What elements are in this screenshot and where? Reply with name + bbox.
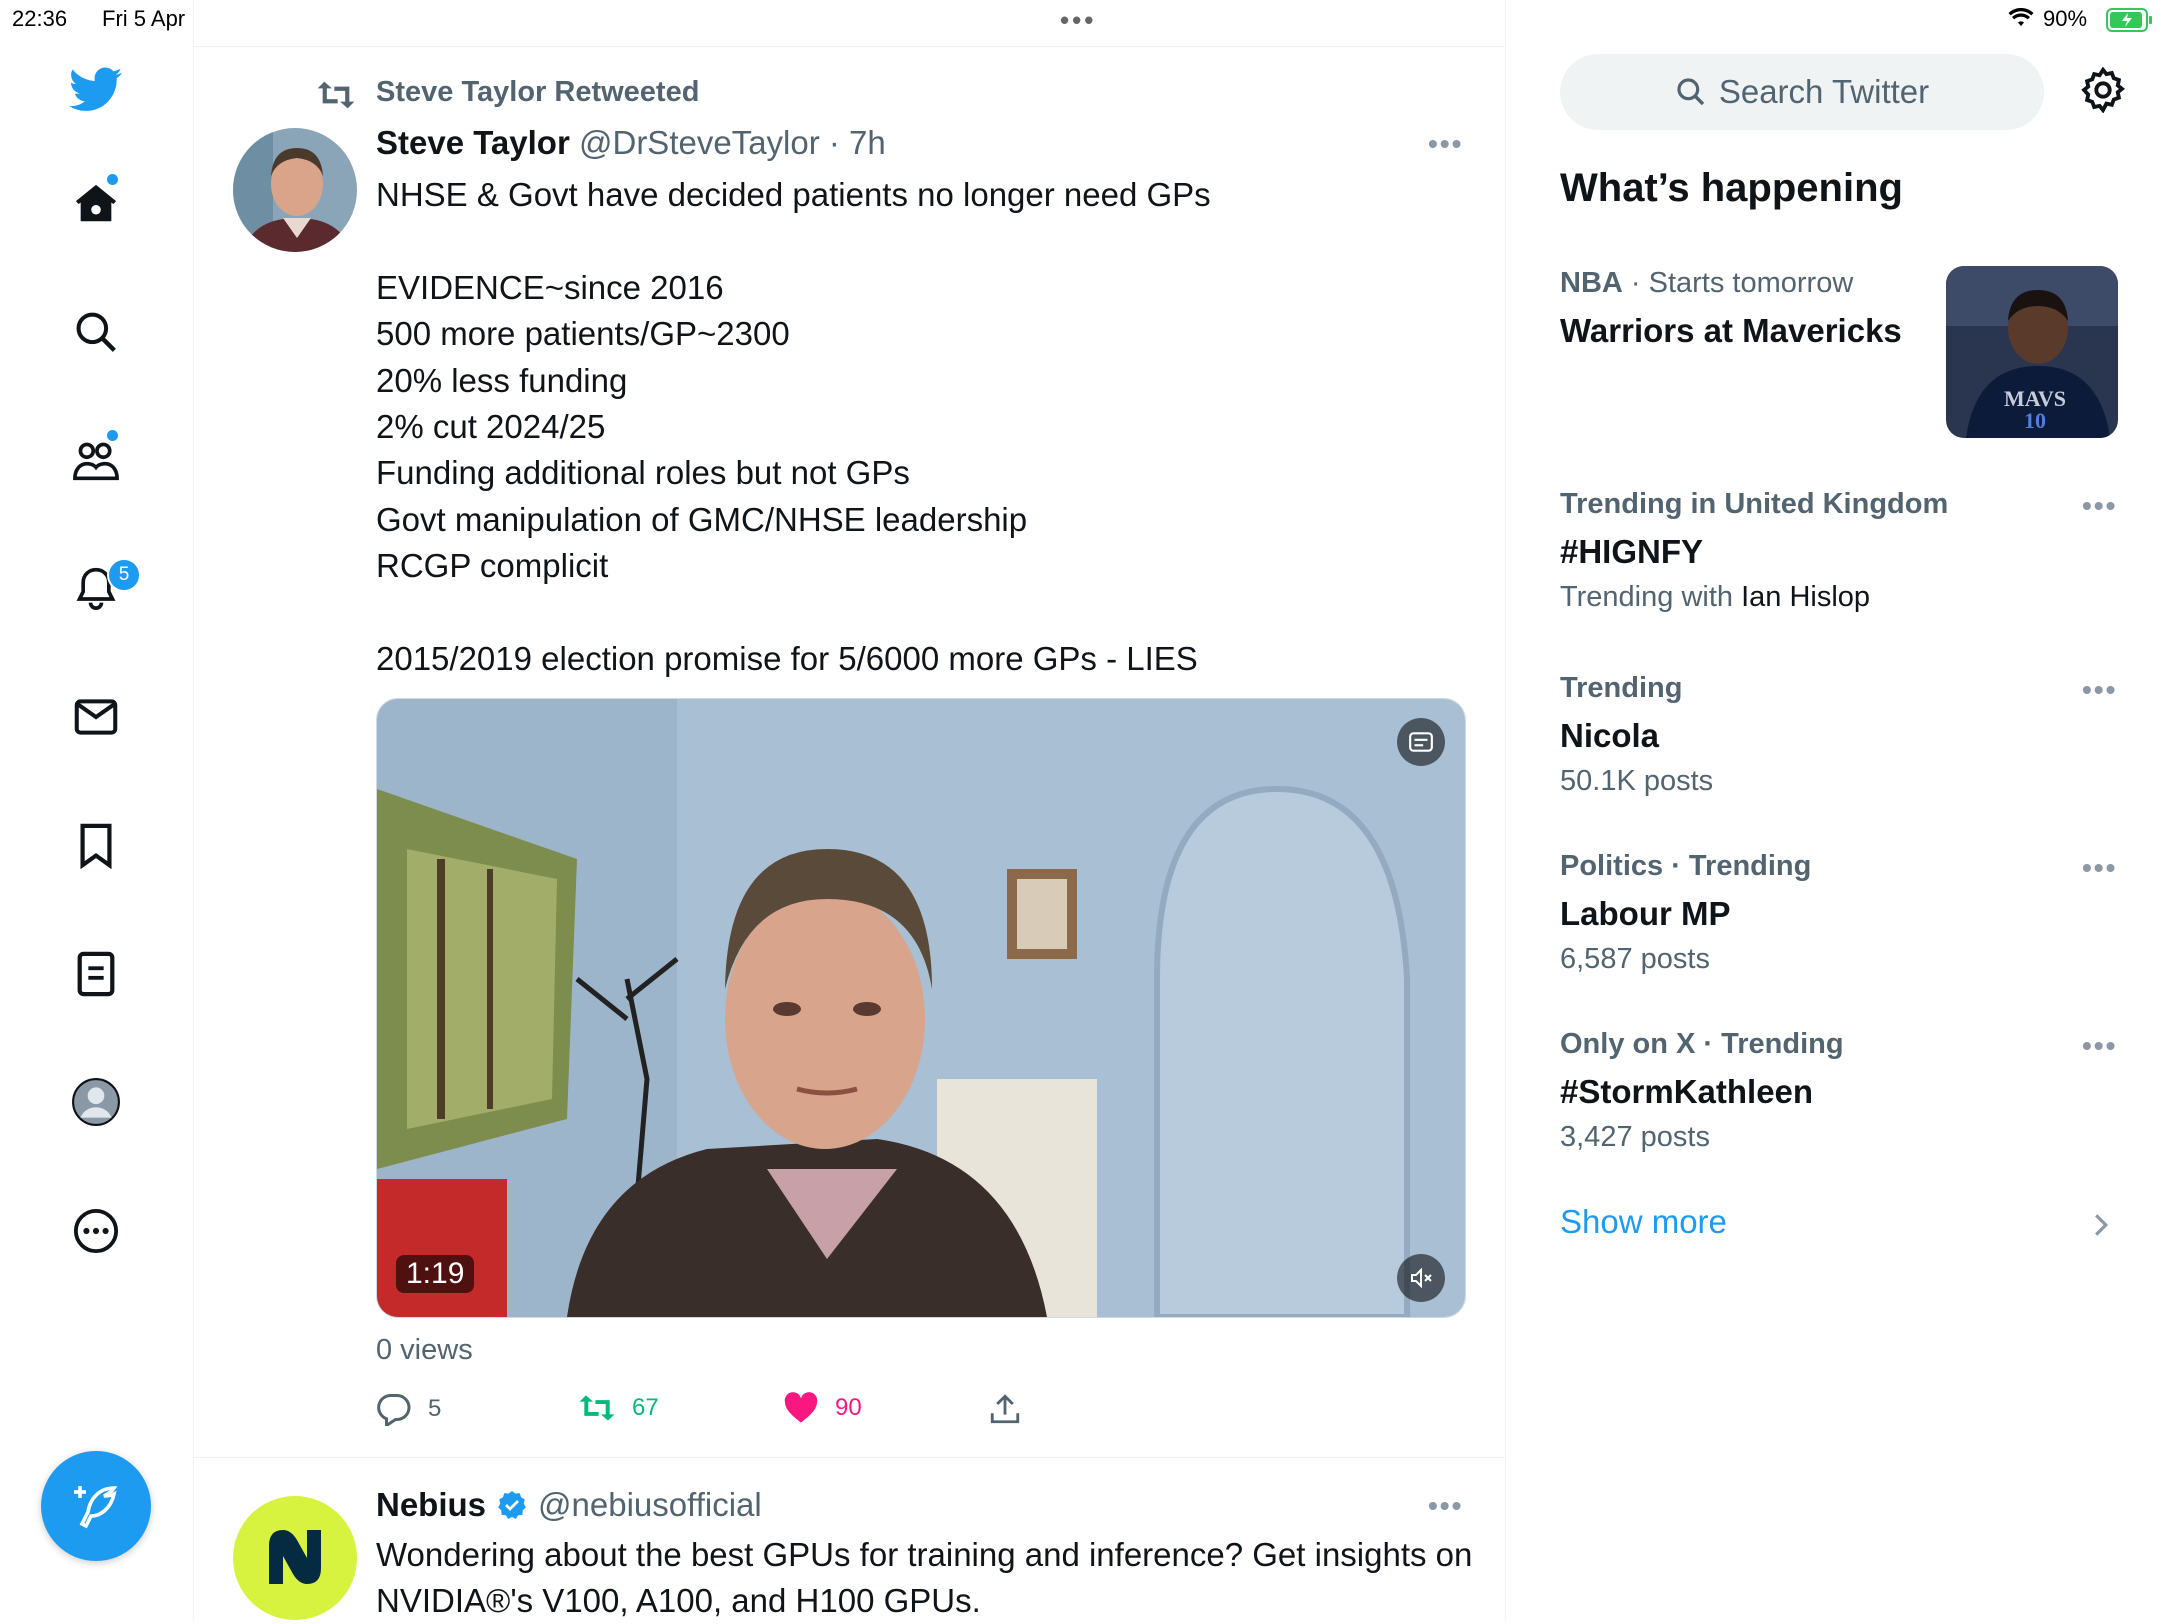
trend-title[interactable]: Warriors at Mavericks [1560,312,1902,350]
retweet-action-icon [579,1395,615,1421]
left-nav [0,0,194,1620]
retweet-button[interactable]: 67 [578,1392,659,1424]
battery-percent: 90% [2043,6,2088,31]
profile-avatar-icon[interactable] [66,1072,126,1132]
reply-icon [377,1393,411,1426]
nebius-logo-icon [269,1530,321,1584]
messages-envelope-icon[interactable] [66,687,126,747]
mute-icon[interactable] [1397,1254,1445,1302]
trend-category: Trending [1560,672,1683,704]
trend-more-icon[interactable]: ••• [2082,852,2117,884]
tweet-header: Steve Taylor @DrSteveTaylor · 7h [376,124,886,162]
trend-category: Politics · Trending [1560,850,1812,882]
like-button[interactable]: 90 [783,1392,862,1424]
home-icon[interactable] [66,174,126,234]
svg-text:10: 10 [2024,408,2046,433]
lists-icon[interactable] [66,944,126,1004]
trend-category: NBA [1560,267,1623,299]
compose-feather-icon [74,1486,118,1529]
tweet-divider [193,1457,1505,1458]
trend-sub-label: Trending with [1560,581,1742,613]
verified-badge-icon [498,1491,526,1519]
share-icon [990,1394,1020,1424]
reply-count: 5 [428,1395,442,1422]
whats-happening-title: What’s happening [1560,166,1903,210]
search-icon[interactable] [66,302,126,362]
like-count: 90 [835,1394,862,1421]
author-name[interactable]: Steve Taylor [376,124,570,161]
search-twitter-input[interactable]: Search Twitter [1560,54,2044,130]
nebius-body: Wondering about the best GPUs for traini… [376,1536,1473,1619]
trend-subtitle: 3,427 posts [1560,1121,1710,1153]
trend-time: · Starts tomorrow [1622,267,1854,299]
nebius-header: Nebius @nebiusofficial [376,1486,762,1524]
compose-tweet-button[interactable] [41,1451,151,1561]
show-more-link[interactable]: Show more [1560,1203,1727,1241]
trend-sub-strong[interactable]: Ian Hislop [1741,581,1870,613]
trend-subtitle: 50.1K posts [1560,765,1714,797]
home-unread-dot [107,174,118,185]
trend-meta: Trending in United Kingdom [1560,488,1948,521]
timeline-top-border [193,46,1505,47]
author-handle[interactable]: @DrSteveTaylor [579,124,820,161]
trend-title[interactable]: #HIGNFY [1560,533,1703,571]
communities-icon[interactable] [66,430,126,490]
trend-subtitle: 6,587 posts [1560,943,1710,975]
share-button[interactable] [988,1392,1022,1426]
video-frame [377,699,1465,1317]
trend-thumbnail[interactable]: MAVS 10 [1946,266,2118,438]
more-options-icon[interactable] [66,1201,126,1261]
trend-more-icon[interactable]: ••• [2082,1030,2117,1062]
settings-gear-icon[interactable] [2080,66,2126,118]
view-count: 0 views [376,1334,473,1366]
search-field-icon [1677,78,1705,106]
trend-meta: Only on X · Trending [1560,1028,1844,1061]
wifi-icon [2008,7,2034,33]
trend-category: Trending in United Kingdom [1560,488,1949,520]
nebius-name[interactable]: Nebius [376,1486,486,1524]
trend-meta: Politics · Trending [1560,850,1811,883]
heart-icon [784,1392,818,1423]
retweet-label[interactable]: Steve Taylor Retweeted [376,76,699,109]
notification-badge: 5 [107,558,141,592]
tweet-timestamp[interactable]: · 7h [829,124,886,161]
trend-meta: Trending [1560,672,1682,705]
tweet-more-icon[interactable]: ••• [1428,128,1463,160]
nebius-avatar[interactable] [233,1496,357,1620]
reply-button[interactable]: 5 [376,1392,441,1426]
battery-icon [2106,8,2154,37]
trend-title[interactable]: Labour MP [1560,895,1731,933]
author-avatar[interactable] [233,128,357,252]
trend-title[interactable]: #StormKathleen [1560,1073,1813,1111]
trend-title[interactable]: Nicola [1560,717,1659,755]
search-placeholder: Search Twitter [1718,73,1930,110]
retweet-icon [316,78,356,117]
tweet-body: NHSE & Govt have decided patients no lon… [376,176,1211,678]
twitter-logo-icon[interactable] [66,60,126,120]
retweet-count: 67 [632,1394,659,1421]
nebius-more-icon[interactable]: ••• [1428,1490,1463,1522]
tweet-video[interactable] [376,698,1466,1318]
video-settings-icon[interactable] [1397,718,1445,766]
trend-more-icon[interactable]: ••• [2082,490,2117,522]
nebius-handle[interactable]: @nebiusofficial [538,1486,762,1524]
bookmarks-icon[interactable] [66,816,126,876]
video-duration: 1:19 [396,1255,475,1293]
trend-subtitle: Trending with Ian Hislop [1560,581,1870,614]
trend-more-icon[interactable]: ••• [2082,674,2117,706]
trend-meta: NBA · Starts tomorrow [1560,267,1853,300]
trend-category: Only on X · Trending [1560,1028,1844,1060]
chevron-right-icon[interactable] [2093,1212,2109,1243]
communities-unread-dot [107,430,118,441]
